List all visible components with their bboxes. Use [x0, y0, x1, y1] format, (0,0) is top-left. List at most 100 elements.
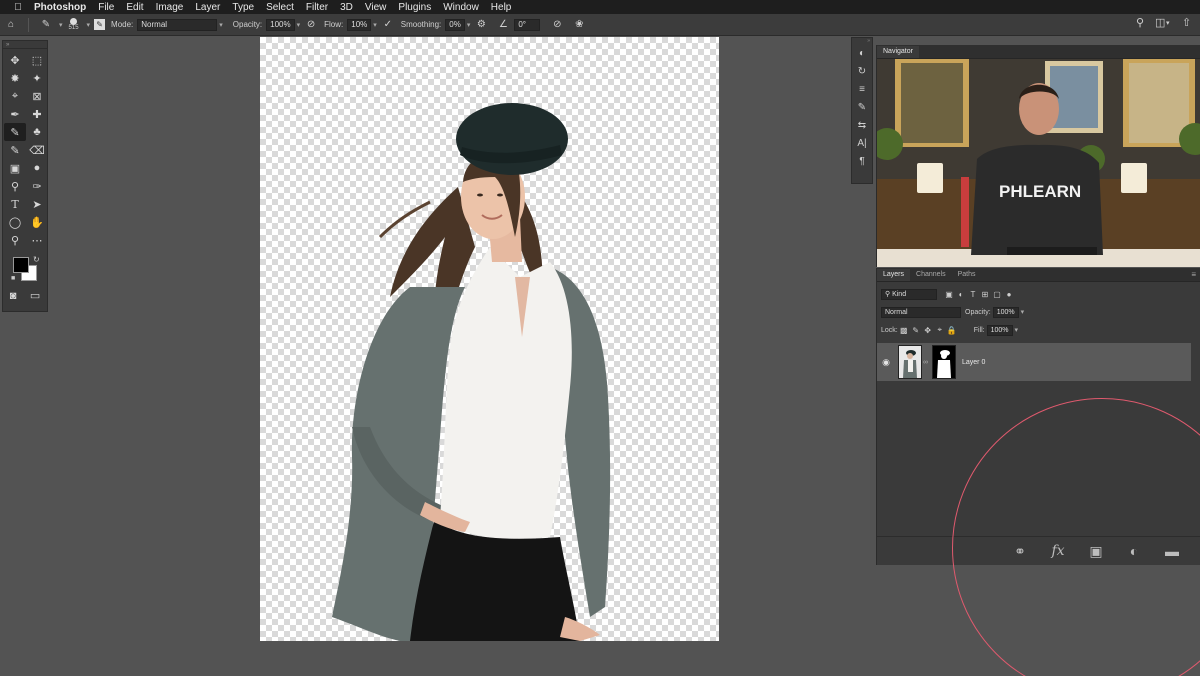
frame-tool-icon[interactable]: ⊠ [26, 87, 48, 105]
menu-select[interactable]: Select [266, 2, 294, 13]
adjustment-layer-icon[interactable]: ◐ [1115, 543, 1153, 559]
brush-tool-icon[interactable]: ✎ [39, 18, 53, 32]
menu-type[interactable]: Type [232, 2, 254, 13]
layer-name[interactable]: Layer 0 [962, 359, 985, 366]
lock-transparent-icon[interactable]: ▩ [898, 326, 910, 335]
share-icon[interactable]: ⇧ [1182, 16, 1191, 29]
chevron-down-icon[interactable]: ▾ [297, 21, 301, 29]
panel-menu-icon[interactable]: ≡ [1191, 270, 1196, 279]
apple-icon[interactable]:  [10, 2, 26, 13]
menu-plugins[interactable]: Plugins [398, 2, 431, 13]
foreground-color-swatch[interactable] [13, 257, 29, 273]
gear-icon[interactable]: ⚙ [474, 18, 488, 32]
default-colors-icon[interactable]: ■ [11, 275, 15, 282]
tab-channels[interactable]: Channels [910, 269, 952, 281]
airbrush-icon[interactable]: ✓ [381, 18, 395, 32]
chevron-down-icon[interactable]: ▾ [373, 21, 377, 29]
adjustment-filter-icon[interactable]: ◐ [955, 290, 967, 299]
type-tool-icon[interactable]: T [4, 195, 26, 213]
lock-position-icon[interactable]: ✥ [922, 326, 934, 335]
tab-paths[interactable]: Paths [952, 269, 982, 281]
healing-brush-tool-icon[interactable]: ✚ [26, 105, 48, 123]
filter-kind-select[interactable]: ⚲ Kind [881, 288, 937, 300]
mode-select[interactable]: Normal [137, 18, 218, 31]
magic-wand-tool-icon[interactable]: ✦ [26, 69, 48, 87]
blend-mode-select[interactable]: Normal [881, 306, 961, 318]
add-layer-mask-icon[interactable]: ▣ [1077, 543, 1115, 560]
chevron-down-icon[interactable]: ▾ [87, 21, 91, 29]
menu-layer[interactable]: Layer [195, 2, 220, 13]
chevron-down-icon[interactable]: ▾ [1166, 19, 1170, 27]
layer-style-fx-icon[interactable]: fx [1039, 543, 1077, 559]
move-tool-icon[interactable]: ✥ [4, 51, 26, 69]
brush-settings-panel-icon[interactable]: ✎ [852, 98, 872, 116]
history-brush-tool-icon[interactable]: ✎ [4, 141, 26, 159]
more-tools-icon[interactable]: ⋯ [26, 231, 48, 249]
menu-image[interactable]: Image [156, 2, 184, 13]
color-panel-icon[interactable]: ◐ [852, 44, 872, 62]
visibility-eye-icon[interactable]: ◉ [877, 357, 895, 368]
paragraph-panel-icon[interactable]: ¶ [852, 152, 872, 170]
flow-field[interactable]: 10% [347, 18, 372, 31]
menu-view[interactable]: View [365, 2, 387, 13]
chevron-down-icon[interactable]: ▾ [467, 21, 471, 29]
fill-field[interactable]: 100% [986, 324, 1013, 336]
blur-tool-icon[interactable]: ● [26, 159, 48, 177]
clone-stamp-tool-icon[interactable]: ♣ [26, 123, 48, 141]
adjustments-panel-icon[interactable]: ≡ [852, 80, 872, 98]
home-icon[interactable]: ⌂ [4, 18, 18, 32]
properties-panel-icon[interactable]: ⇆ [852, 116, 872, 134]
menu-filter[interactable]: Filter [306, 2, 328, 13]
smoothing-field[interactable]: 0% [445, 18, 465, 31]
layer-opacity-field[interactable]: 100% [992, 306, 1019, 318]
new-group-folder-icon[interactable]: ▬ [1153, 543, 1191, 559]
smart-object-filter-icon[interactable]: ▢ [991, 290, 1003, 299]
document-canvas[interactable] [260, 37, 719, 641]
pressure-size-icon[interactable]: ⊘ [550, 18, 564, 32]
chevron-down-icon[interactable]: ▾ [1015, 326, 1019, 334]
menu-file[interactable]: File [98, 2, 114, 13]
menu-edit[interactable]: Edit [126, 2, 143, 13]
filter-toggle-icon[interactable]: ● [1003, 290, 1015, 299]
toolbar-collapse-handle[interactable]: » [3, 41, 47, 49]
character-panel-icon[interactable]: A| [852, 134, 872, 152]
eyedropper-tool-icon[interactable]: ✒ [4, 105, 26, 123]
workspace-icon[interactable]: ◫ [1155, 16, 1165, 29]
brush-preset-picker[interactable]: 515 [69, 18, 79, 31]
layer-mask-thumbnail[interactable] [932, 345, 956, 379]
hand-tool-icon[interactable]: ✋ [26, 213, 48, 231]
path-selection-tool-icon[interactable]: ➤ [26, 195, 48, 213]
shape-filter-icon[interactable]: ⊞ [979, 290, 991, 299]
tab-navigator[interactable]: Navigator [877, 46, 919, 58]
type-filter-icon[interactable]: T [967, 290, 979, 299]
pen-tool-icon[interactable]: ✑ [26, 177, 48, 195]
search-icon[interactable]: ⚲ [1136, 16, 1144, 29]
link-layers-icon[interactable]: ⚭ [1001, 543, 1039, 560]
eraser-tool-icon[interactable]: ⌫ [26, 141, 48, 159]
app-name-menu[interactable]: Photoshop [34, 2, 86, 13]
ellipse-tool-icon[interactable]: ◯ [4, 213, 26, 231]
gradient-tool-icon[interactable]: ▣ [4, 159, 26, 177]
crop-tool-icon[interactable]: ⌖ [4, 87, 26, 105]
mask-link-icon[interactable]: ∞ [923, 359, 928, 366]
quick-mask-icon[interactable]: ◙ [10, 289, 17, 302]
layer-row[interactable]: ◉ ∞ Layer 0 [877, 343, 1191, 381]
pressure-opacity-icon[interactable]: ⊘ [304, 18, 318, 32]
opacity-field[interactable]: 100% [266, 18, 295, 31]
brush-settings-icon[interactable]: ✎ [94, 19, 106, 30]
dodge-tool-icon[interactable]: ⚲ [4, 177, 26, 195]
layer-thumbnail[interactable] [898, 345, 922, 379]
menu-window[interactable]: Window [443, 2, 479, 13]
tab-layers[interactable]: Layers [877, 269, 911, 281]
lock-all-icon[interactable]: 🔒 [946, 326, 958, 335]
history-panel-icon[interactable]: ↻ [852, 62, 872, 80]
chevron-down-icon[interactable]: ▾ [1021, 308, 1025, 316]
pixel-filter-icon[interactable]: ▣ [943, 290, 955, 299]
menu-3d[interactable]: 3D [340, 2, 353, 13]
menu-help[interactable]: Help [491, 2, 512, 13]
zoom-tool-icon[interactable]: ⚲ [4, 231, 26, 249]
chevron-down-icon[interactable]: ▾ [59, 21, 63, 29]
swap-colors-icon[interactable]: ↻ [33, 255, 40, 264]
brush-tool-icon[interactable]: ✎ [4, 123, 26, 141]
chevron-down-icon[interactable]: ▾ [219, 21, 223, 29]
